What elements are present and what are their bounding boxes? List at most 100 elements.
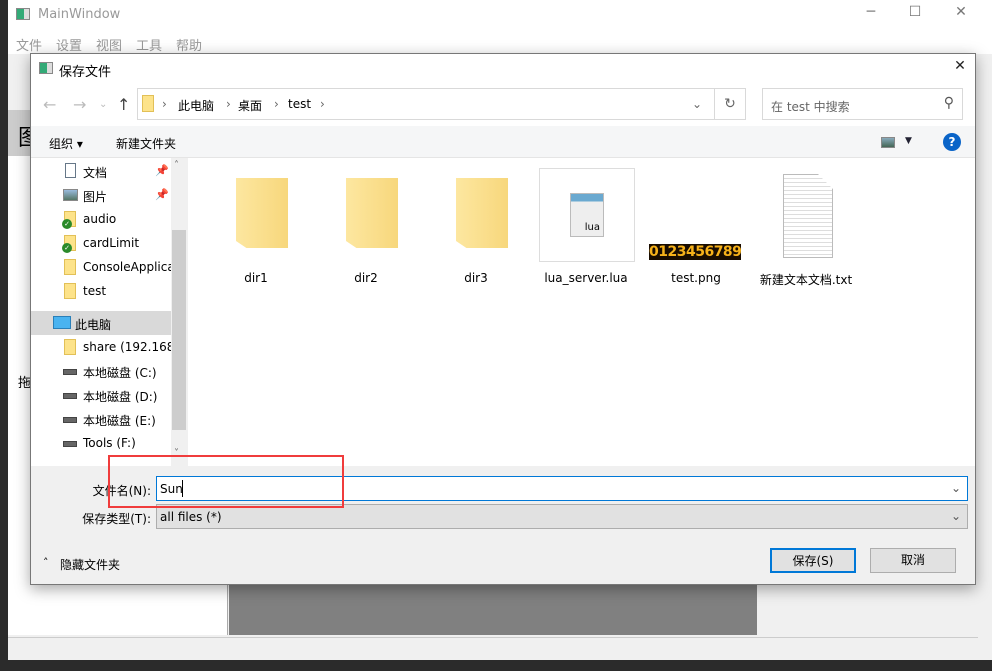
navigation-pane: 文档 📌 图片 📌 ✓ audio ✓ cardLimit ConsoleApplica test… <box>31 158 187 466</box>
refresh-button[interactable]: ↻ <box>714 88 746 120</box>
maximize-button[interactable]: ☐ <box>900 4 930 26</box>
sidebar-item[interactable]: share (192.168. <box>31 335 178 359</box>
folder-icon <box>64 259 76 275</box>
address-bar[interactable]: › 此电脑 › 桌面 › test › ⌄ <box>137 88 715 120</box>
breadcrumb-separator: › <box>226 97 231 111</box>
file-item[interactable]: dir3 <box>421 168 531 285</box>
folder-icon <box>64 283 76 299</box>
forward-arrow-icon[interactable]: → <box>73 95 86 114</box>
drive-icon <box>63 417 77 423</box>
pin-icon: 📌 <box>155 164 169 177</box>
cancel-button[interactable]: 取消 <box>870 548 956 573</box>
drive-icon <box>63 441 77 447</box>
sidebar-item-label: cardLimit <box>83 236 140 250</box>
breadcrumb-this-pc[interactable]: 此电脑 <box>178 97 214 114</box>
sidebar-item[interactable]: ✓ audio <box>31 207 171 231</box>
sidebar-item[interactable]: ConsoleApplica <box>31 255 175 279</box>
network-folder-icon <box>64 339 76 355</box>
sidebar-item-label: share (192.168. <box>83 340 179 354</box>
save-button[interactable]: 保存(S) <box>770 548 856 573</box>
file-item[interactable]: dir1 <box>201 168 311 285</box>
file-name: lua_server.lua <box>544 271 628 285</box>
menu-settings[interactable]: 设置 <box>56 35 82 54</box>
folder-icon <box>346 178 398 248</box>
view-dropdown-icon[interactable]: ▼ <box>905 136 912 146</box>
dialog-title: 保存文件 <box>59 65 112 80</box>
picture-icon <box>63 189 78 201</box>
help-button[interactable]: ? <box>943 133 961 151</box>
sidebar-item[interactable]: 本地磁盘 (C:) <box>31 359 171 383</box>
pin-icon: 📌 <box>155 188 169 201</box>
folder-icon <box>456 178 508 248</box>
folder-icon <box>142 95 154 112</box>
sidebar-item-label: test <box>83 284 107 298</box>
synced-folder-icon: ✓ <box>62 235 76 253</box>
filetype-label: 保存类型(T): <box>82 512 151 526</box>
search-input[interactable]: 在 test 中搜索 ⚲ <box>762 88 963 120</box>
dialog-title-bar: 保存文件 ✕ <box>31 54 975 84</box>
sidebar-item[interactable]: ✓ cardLimit <box>31 231 171 255</box>
folder-icon <box>236 178 288 248</box>
file-item[interactable]: lua lua_server.lua <box>531 168 641 285</box>
menu-tools[interactable]: 工具 <box>136 35 162 54</box>
file-item[interactable]: dir2 <box>311 168 421 285</box>
file-item[interactable]: 0123456789 test.png <box>641 168 751 285</box>
menu-help[interactable]: 帮助 <box>176 35 202 54</box>
dialog-close-button[interactable]: ✕ <box>945 58 975 80</box>
scroll-up-icon[interactable]: ˄ <box>174 160 179 171</box>
back-arrow-icon[interactable]: ← <box>43 95 56 114</box>
breadcrumb-separator: › <box>320 97 325 111</box>
sidebar-item-label: audio <box>83 212 117 226</box>
filetype-value: all files (*) <box>160 510 222 524</box>
filetype-dropdown-icon[interactable]: ⌄ <box>951 509 961 523</box>
scrollbar-thumb[interactable] <box>172 230 186 430</box>
view-options-icon[interactable] <box>881 137 895 148</box>
sidebar-item[interactable]: Tools (F:) <box>31 431 171 455</box>
sidebar-item-label: 图片 <box>83 190 108 204</box>
main-header-fragment: 图 <box>8 110 40 156</box>
close-button[interactable]: ✕ <box>946 4 976 26</box>
file-item[interactable]: 新建文本文档.txt <box>751 168 861 287</box>
breadcrumb-separator: › <box>274 97 279 111</box>
sidebar-item[interactable]: 文档 📌 <box>31 159 171 183</box>
up-arrow-icon[interactable]: ↑ <box>117 95 130 114</box>
sidebar-item-label: 本地磁盘 (D:) <box>83 390 158 404</box>
dialog-icon <box>39 62 53 74</box>
sidebar-item-label: 此电脑 <box>75 318 112 332</box>
file-name: dir2 <box>354 271 378 285</box>
sidebar-item[interactable]: 本地磁盘 (D:) <box>31 383 171 407</box>
sidebar-item[interactable]: 本地磁盘 (E:) <box>31 407 171 431</box>
sidebar-item-label: ConsoleApplica <box>83 260 175 274</box>
main-title-bar: MainWindow ─ ☐ ✕ <box>8 0 992 30</box>
chevron-up-icon[interactable]: ˄ <box>43 556 49 569</box>
filename-dropdown-icon[interactable]: ⌄ <box>951 481 961 495</box>
main-canvas <box>229 584 757 635</box>
file-name: 新建文本文档.txt <box>759 273 853 287</box>
organize-button[interactable]: 组织 ▾ <box>49 135 83 152</box>
sidebar-item-label: 本地磁盘 (C:) <box>83 366 157 380</box>
file-name: test.png <box>671 271 721 285</box>
file-name: dir3 <box>464 271 488 285</box>
recent-chevron-icon[interactable]: ⌄ <box>99 99 107 110</box>
new-folder-button[interactable]: 新建文件夹 <box>116 135 176 152</box>
breadcrumb-test[interactable]: test <box>288 97 311 111</box>
app-icon <box>16 8 30 20</box>
computer-icon <box>53 316 71 329</box>
sidebar-item-label: Tools (F:) <box>83 436 136 450</box>
lua-icon-label: lua <box>570 193 604 237</box>
image-thumbnail: 0123456789 <box>649 244 742 260</box>
navigation-bar: ← → ⌄ ↑ › 此电脑 › 桌面 › test › ⌄ ↻ 在 test 中… <box>31 84 975 126</box>
search-placeholder: 在 test 中搜索 <box>771 100 850 114</box>
address-dropdown-icon[interactable]: ⌄ <box>692 97 702 111</box>
lua-file-icon: lua <box>539 168 635 262</box>
sidebar-item-label: 本地磁盘 (E:) <box>83 414 156 428</box>
menu-file[interactable]: 文件 <box>16 35 42 54</box>
sidebar-item[interactable]: 此电脑 <box>31 311 171 335</box>
hide-folders-button[interactable]: 隐藏文件夹 <box>60 556 120 573</box>
sidebar-item[interactable]: 图片 📌 <box>31 183 171 207</box>
document-icon <box>65 163 76 178</box>
breadcrumb-desktop[interactable]: 桌面 <box>238 97 262 114</box>
minimize-button[interactable]: ─ <box>856 4 886 26</box>
menu-view[interactable]: 视图 <box>96 35 122 54</box>
sidebar-item[interactable]: test <box>31 279 171 303</box>
